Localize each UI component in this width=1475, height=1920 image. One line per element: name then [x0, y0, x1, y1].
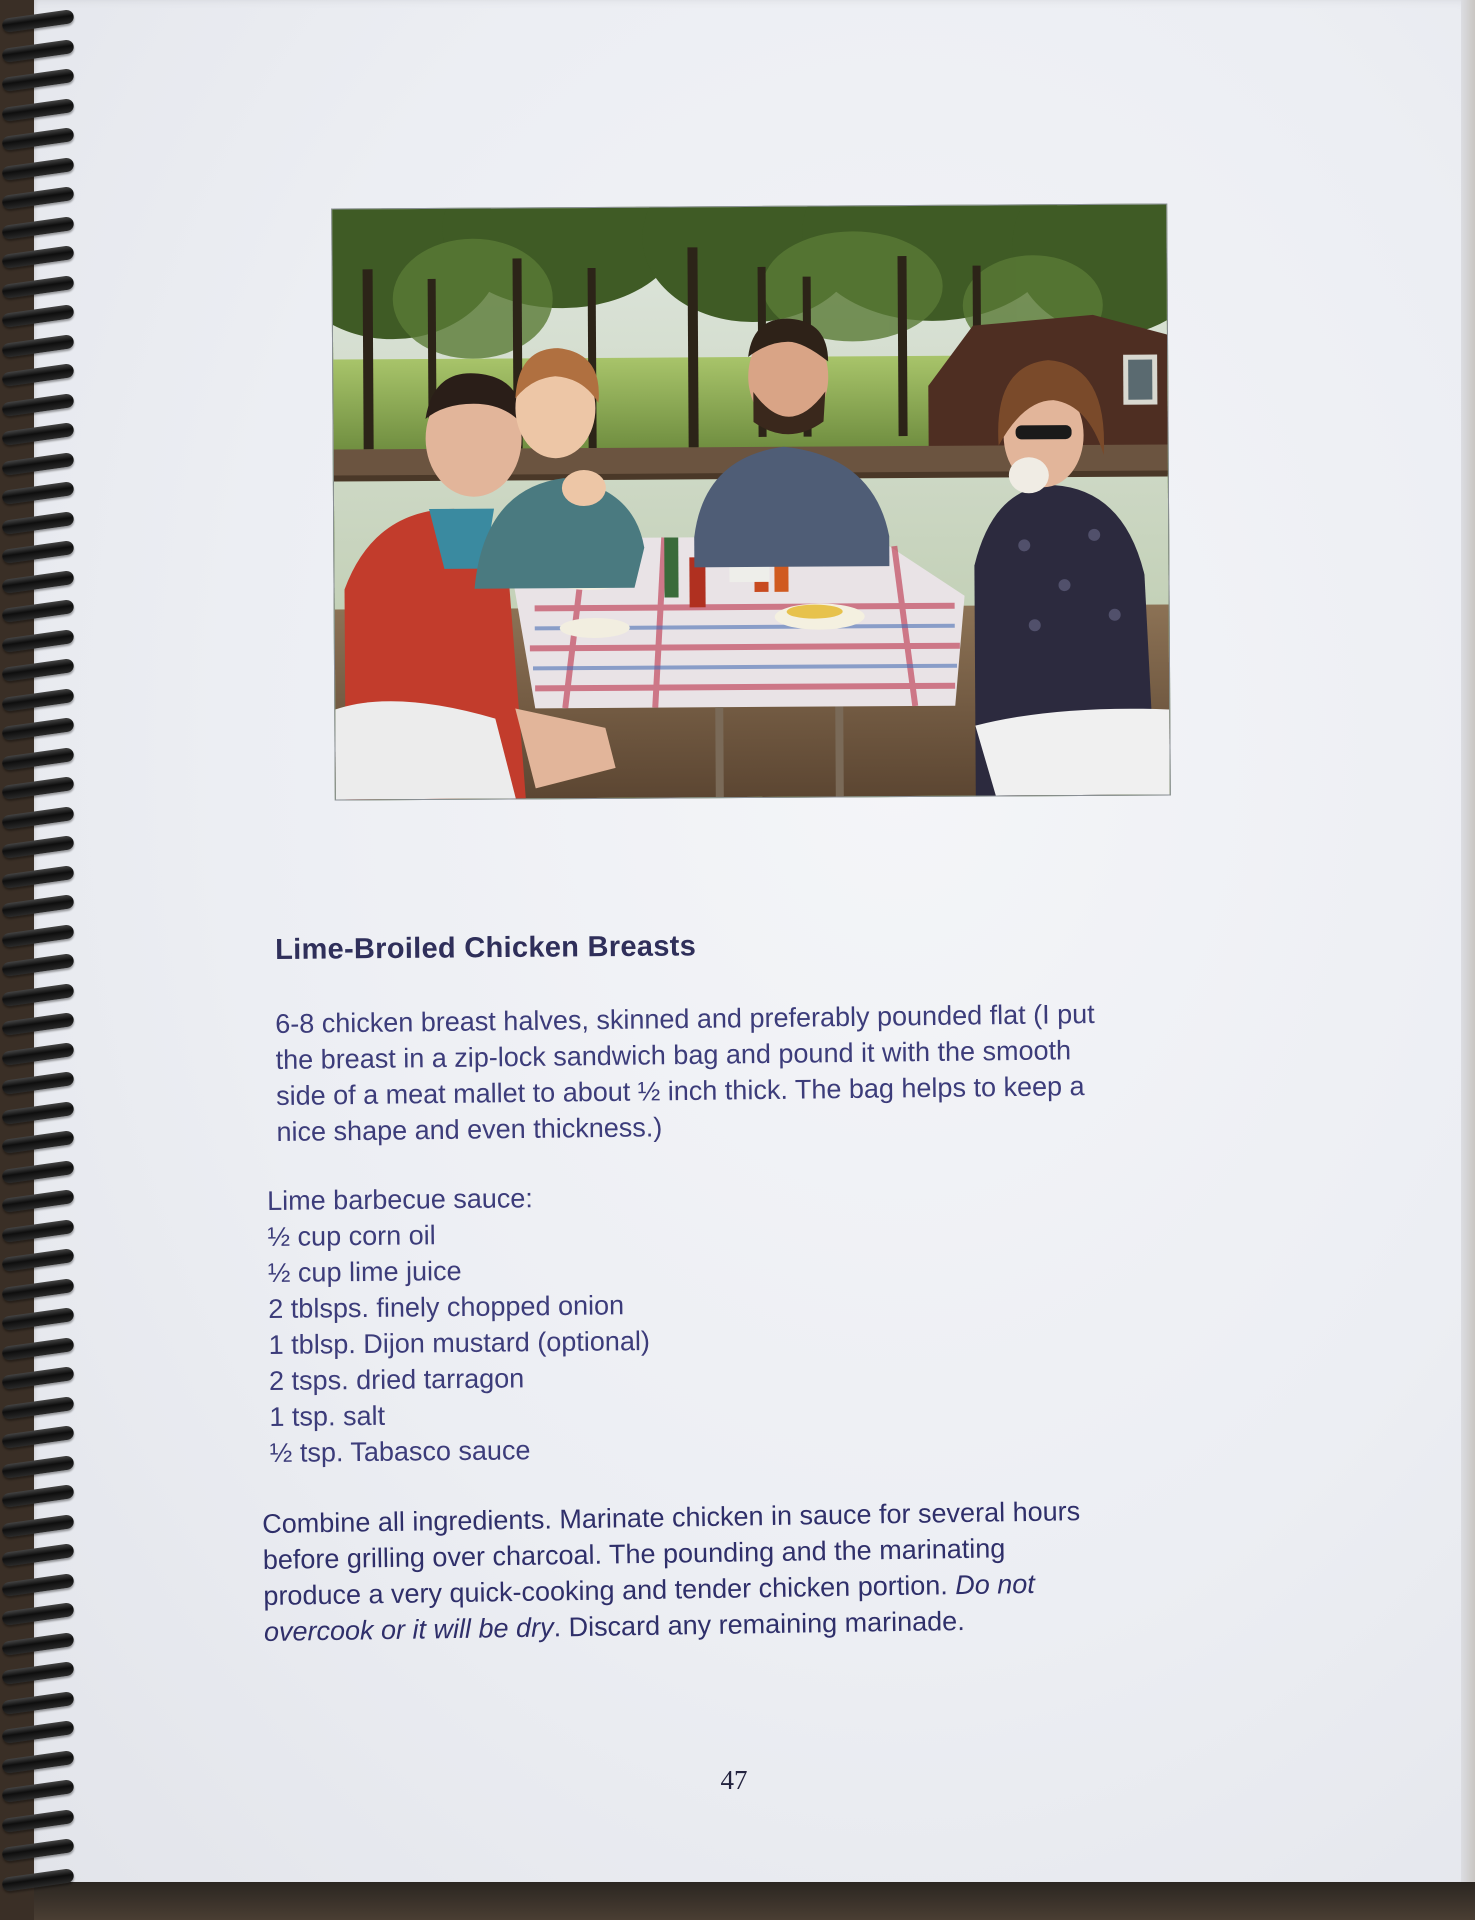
binding-coil — [1, 1749, 75, 1774]
binding-coil — [1, 1071, 75, 1095]
binding-coil — [1, 1307, 75, 1331]
page-number: 47 — [720, 1765, 748, 1795]
binding-coil — [1, 894, 75, 918]
binding-coil — [1, 1130, 75, 1154]
binding-coil — [1, 1336, 75, 1361]
intro-paragraph: 6-8 chicken breast halves, skinned and p… — [275, 994, 1277, 1150]
binding-coil — [1, 1100, 75, 1125]
binding-coil — [1, 599, 75, 623]
binding-coil — [1, 1661, 75, 1685]
binding-coil — [1, 805, 75, 830]
binding-coil — [1, 1867, 75, 1892]
directions-text: . Discard any remaining marinade. — [553, 1605, 965, 1643]
binding-coil — [1, 982, 75, 1007]
binding-coil — [1, 245, 75, 269]
binding-coil — [1, 1808, 75, 1833]
binding-coil — [1, 363, 75, 387]
binding-coil — [1, 215, 75, 240]
recipe-title: Lime-Broiled Chicken Breasts — [275, 930, 697, 966]
binding-coil — [1, 127, 75, 151]
binding-coil — [1, 658, 75, 682]
binding-coil — [1, 1395, 75, 1420]
binding-coil — [1, 304, 75, 328]
binding-coil — [1, 687, 75, 712]
binding-coil — [1, 1484, 75, 1508]
binding-coil — [1, 923, 75, 948]
binding-coil — [1, 156, 75, 181]
binding-coil — [1, 186, 75, 210]
binding-coil — [1, 776, 75, 800]
directions-warning: Do not — [954, 1568, 1036, 1601]
binding-coil — [1, 1277, 75, 1302]
binding-coil — [1, 1838, 75, 1862]
binding-coil — [1, 717, 75, 741]
binding-coil — [1, 628, 75, 653]
binding-coil — [1, 835, 75, 859]
binding-coil — [1, 1189, 75, 1213]
binding-coil — [1, 1425, 75, 1449]
binding-coil — [1, 1543, 75, 1567]
ingredients-list: Lime barbecue sauce: ½ cup corn oil ½ cu… — [267, 1173, 1270, 1471]
binding-coil — [1, 953, 75, 977]
binding-coil — [1, 540, 75, 564]
binding-coil — [1, 1720, 75, 1744]
binding-coil — [1, 1631, 75, 1656]
binding-coil — [1, 864, 75, 889]
directions-warning: overcook or it will be dry — [263, 1612, 554, 1647]
binding-coil — [1, 1159, 75, 1184]
binding-coil — [1, 9, 75, 33]
binding-coil — [1, 451, 75, 476]
binding-coil — [1, 746, 75, 771]
binding-coil — [1, 38, 75, 63]
binding-coil — [1, 481, 75, 505]
picnic-photo — [331, 203, 1171, 801]
binding-coil — [1, 1012, 75, 1036]
binding-coil — [1, 274, 75, 299]
binding-coil — [1, 1690, 75, 1715]
binding-coil — [1, 1366, 75, 1390]
binding-coil — [1, 1248, 75, 1272]
binding-coil — [1, 510, 75, 535]
binding-coil — [1, 1513, 75, 1538]
table-edge — [34, 1882, 1475, 1920]
directions-paragraph: Combine all ingredients. Marinate chicke… — [262, 1490, 1274, 1650]
binding-coil — [1, 392, 75, 417]
binding-coil — [1, 1454, 75, 1479]
binding-coil — [1, 1218, 75, 1243]
binding-coil — [1, 1779, 75, 1803]
binding-coil — [1, 569, 75, 594]
binding-coil — [1, 97, 75, 122]
binding-coil — [1, 422, 75, 446]
binding-coil — [1, 68, 75, 92]
page-stack-edge — [1461, 0, 1475, 1890]
binding-coil — [1, 1041, 75, 1066]
spiral-binding — [0, 0, 80, 1920]
binding-coil — [1, 1602, 75, 1626]
binding-coil — [1, 333, 75, 358]
binding-coil — [1, 1572, 75, 1597]
